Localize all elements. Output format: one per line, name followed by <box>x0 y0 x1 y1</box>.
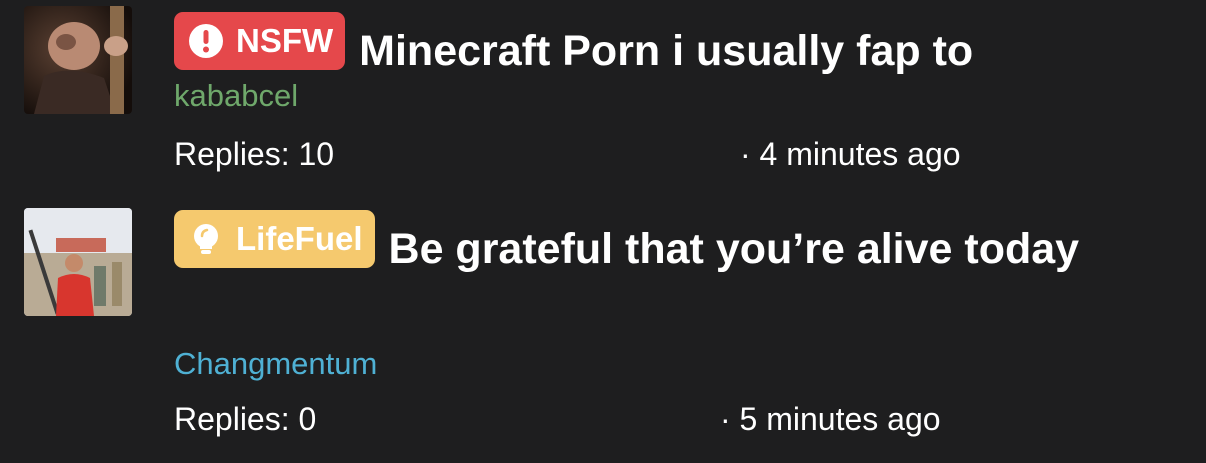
tag-badge-nsfw[interactable]: NSFW <box>174 12 346 70</box>
thread-title[interactable]: LifeFuel Be grateful that you’re alive t… <box>174 210 1166 275</box>
thread-list: NSFW Minecraft Porn i usually fap to kab… <box>0 0 1206 463</box>
thread-title-text: Be grateful that you’re alive today <box>388 225 1080 273</box>
author-name[interactable]: kababcel <box>174 78 298 114</box>
tag-badge-lifefuel[interactable]: LifeFuel <box>174 210 375 268</box>
thread-item[interactable]: LifeFuel Be grateful that you’re alive t… <box>0 196 1206 463</box>
thread-item[interactable]: NSFW Minecraft Porn i usually fap to kab… <box>0 0 1206 196</box>
exclamation-circle-icon <box>188 23 224 59</box>
avatar-image <box>24 208 132 316</box>
tag-label: LifeFuel <box>236 220 363 257</box>
avatar-image <box>24 6 132 114</box>
thread-title[interactable]: NSFW Minecraft Porn i usually fap to <box>174 12 1166 77</box>
tag-label: NSFW <box>236 22 334 59</box>
avatar[interactable] <box>24 208 132 316</box>
timestamp: · 4 minutes ago <box>740 136 961 172</box>
thread-title-text: Minecraft Porn i usually fap to <box>359 27 974 75</box>
reply-count: Replies: 0 <box>174 401 317 437</box>
avatar[interactable] <box>24 6 132 114</box>
author-name[interactable]: Changmentum <box>174 346 377 382</box>
timestamp: · 5 minutes ago <box>720 401 941 437</box>
reply-count: Replies: 10 <box>174 136 335 172</box>
lightbulb-icon <box>188 221 224 257</box>
